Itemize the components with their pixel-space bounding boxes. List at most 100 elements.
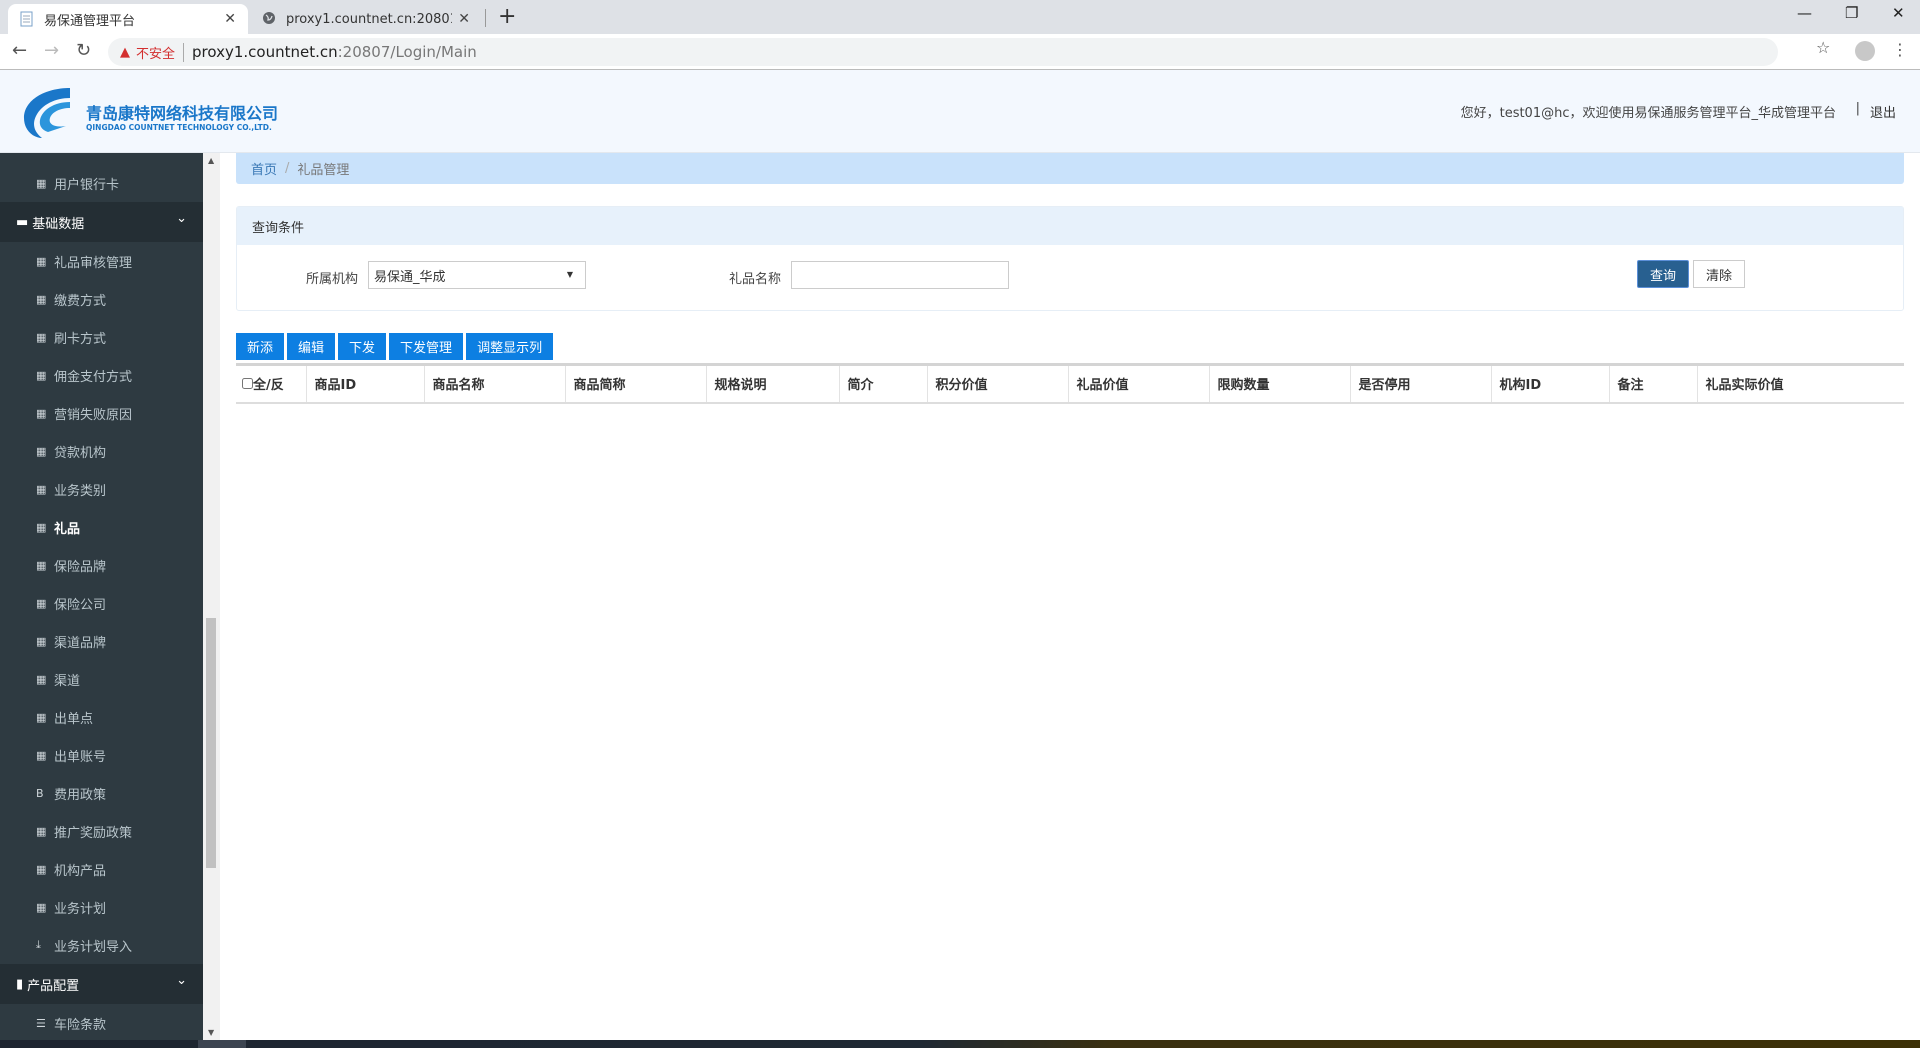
forward-icon[interactable]: → xyxy=(44,40,59,61)
column-header[interactable]: 商品名称 xyxy=(423,364,565,403)
breadcrumb-current: 礼品管理 xyxy=(297,163,350,178)
chevron-down-icon: ⌄ xyxy=(176,211,187,226)
import-icon: ⤓ xyxy=(36,938,41,951)
new-tab-button[interactable]: + xyxy=(498,4,516,29)
profile-avatar-icon[interactable] xyxy=(1855,41,1875,61)
back-icon[interactable]: ← xyxy=(12,40,27,61)
sidebar-item[interactable]: ▦ 礼品 xyxy=(0,508,203,546)
grid-icon: ▦ xyxy=(36,710,47,724)
bitcoin-icon: B xyxy=(36,786,44,800)
reload-icon[interactable]: ↻ xyxy=(76,40,91,61)
company-name-en: QINGDAO COUNTNET TECHNOLOGY CO.,LTD. xyxy=(86,123,272,132)
add-button[interactable]: 新添 xyxy=(236,333,285,360)
browser-tab-active[interactable]: 易保通管理平台 ✕ xyxy=(8,4,248,34)
column-header[interactable]: 简介 xyxy=(838,364,927,403)
sidebar-item-label: 营销失败原因 xyxy=(54,407,133,423)
breadcrumb-home[interactable]: 首页 xyxy=(251,159,277,178)
column-header[interactable]: 礼品实际价值 xyxy=(1696,364,1904,403)
sidebar-item-label: 保险公司 xyxy=(54,597,107,613)
bookmark-star-icon[interactable]: ☆ xyxy=(1816,38,1830,57)
column-header[interactable]: 商品ID xyxy=(305,364,424,403)
sidebar-item[interactable]: ▦ 业务类别 xyxy=(0,470,203,508)
column-header[interactable]: 礼品价值 xyxy=(1067,364,1209,403)
close-window-button[interactable]: ✕ xyxy=(1892,4,1905,22)
sidebar-item[interactable]: ▦ 缴费方式 xyxy=(0,280,203,318)
org-label: 所属机构 xyxy=(306,272,359,287)
breadcrumb-separator: / xyxy=(285,161,290,176)
sidebar-item[interactable]: ▦ 佣金支付方式 xyxy=(0,356,203,394)
edit-button[interactable]: 编辑 xyxy=(287,333,336,360)
company-name: 青岛康特网络科技有限公司 xyxy=(86,104,279,123)
browser-tab[interactable]: proxy1.countnet.cn:20801/Veh ✕ xyxy=(250,4,482,34)
sidebar-item[interactable]: ▦ 渠道 xyxy=(0,660,203,698)
column-header[interactable]: 积分价值 xyxy=(926,364,1068,403)
sidebar-item-label: 出单账号 xyxy=(54,749,107,765)
org-select[interactable]: 易保通_华成 ▼ xyxy=(368,261,586,289)
close-tab-icon[interactable]: ✕ xyxy=(458,11,470,27)
scroll-down-icon[interactable]: ▼ xyxy=(208,1028,214,1037)
menu-kebab-icon[interactable]: ⋮ xyxy=(1892,40,1908,59)
column-header[interactable]: 是否停用 xyxy=(1349,364,1491,403)
url-path: :20807/Login/Main xyxy=(337,43,477,61)
sidebar-scrollbar[interactable]: ▲ ▼ xyxy=(203,153,220,1040)
grid-icon: ▦ xyxy=(36,330,47,344)
grid-icon: ▦ xyxy=(36,558,47,572)
sidebar-item-label: 出单点 xyxy=(54,711,94,727)
sidebar-section-product-config[interactable]: ▮ 产品配置 ⌄ xyxy=(0,964,203,1004)
close-tab-icon[interactable]: ✕ xyxy=(224,11,236,27)
list-icon: ☰ xyxy=(36,1016,46,1030)
sidebar-item[interactable]: ▦ 机构产品 xyxy=(0,850,203,888)
sidebar-item[interactable]: ☰ 车险条款 xyxy=(0,1004,203,1040)
sidebar-item[interactable]: ▦ 推广奖励政策 xyxy=(0,812,203,850)
select-all-checkbox[interactable] xyxy=(242,378,253,390)
grid-icon: ▦ xyxy=(36,900,47,914)
sidebar-item[interactable]: ▦ 营销失败原因 xyxy=(0,394,203,432)
gift-table: 全/反 商品ID 商品名称 商品简称 规格说明 简介 积分价值 礼品价值 限购数量 是否停用 机构… xyxy=(236,363,1904,404)
column-header[interactable]: 规格说明 xyxy=(705,364,839,403)
scrollbar-thumb[interactable] xyxy=(206,618,216,868)
sidebar-item[interactable]: ▦ 出单账号 xyxy=(0,736,203,774)
search-button[interactable]: 查询 xyxy=(1637,260,1689,288)
sidebar-item[interactable]: ▦ 用户银行卡 xyxy=(0,164,203,202)
query-panel: 查询条件 所属机构 易保通_华成 ▼ 礼品名称 查询 清除 xyxy=(236,206,1904,311)
clear-button[interactable]: 清除 xyxy=(1693,260,1745,288)
column-header[interactable]: 限购数量 xyxy=(1208,364,1350,403)
minimize-button[interactable]: — xyxy=(1797,4,1812,22)
sidebar-item[interactable]: ▦ 保险品牌 xyxy=(0,546,203,584)
sidebar-item[interactable]: ▦ 刷卡方式 xyxy=(0,318,203,356)
scroll-up-icon[interactable]: ▲ xyxy=(208,156,214,165)
grid-icon: ▦ xyxy=(36,176,47,190)
sidebar-item[interactable]: ▦ 渠道品牌 xyxy=(0,622,203,660)
security-label: 不安全 xyxy=(136,42,185,62)
sidebar-item[interactable]: ⤓ 业务计划导入 xyxy=(0,926,203,964)
sidebar-item-label: 缴费方式 xyxy=(54,293,107,309)
restore-button[interactable]: ❐ xyxy=(1845,4,1858,22)
gift-name-input[interactable] xyxy=(791,261,1009,289)
sidebar-item[interactable]: ▦ 保险公司 xyxy=(0,584,203,622)
sidebar-item[interactable]: ▦ 出单点 xyxy=(0,698,203,736)
section-title: 基础数据 xyxy=(32,216,85,232)
caret-down-icon: ▼ xyxy=(566,270,573,279)
taskbar-item[interactable] xyxy=(198,1040,246,1048)
sidebar-item[interactable]: B 费用政策 xyxy=(0,774,203,812)
section-title: 产品配置 xyxy=(27,978,80,994)
sidebar-section-basic-data[interactable]: ▬ 基础数据 ⌄ xyxy=(0,202,203,242)
column-header[interactable]: 机构ID xyxy=(1490,364,1609,403)
column-header[interactable]: 商品简称 xyxy=(564,364,706,403)
sidebar-item[interactable]: ▦ 礼品审核管理 xyxy=(0,242,203,280)
grid-icon: ▦ xyxy=(36,482,47,496)
address-bar[interactable]: ▲ 不安全 proxy1.countnet.cn:20807/Login/Mai… xyxy=(108,38,1778,66)
browser-tab-bar: 易保通管理平台 ✕ proxy1.countnet.cn:20801/Veh ✕… xyxy=(0,0,1920,34)
sidebar-item-label: 礼品 xyxy=(54,521,81,537)
dispatch-button[interactable]: 下发 xyxy=(338,333,387,360)
sidebar-item[interactable]: ▦ 贷款机构 xyxy=(0,432,203,470)
sidebar-item[interactable]: ▦ 业务计划 xyxy=(0,888,203,926)
select-all-label: 全/反 xyxy=(253,378,284,394)
gift-name-label: 礼品名称 xyxy=(729,272,782,287)
logout-link[interactable]: 退出 xyxy=(1870,102,1896,121)
adjust-columns-button[interactable]: 调整显示列 xyxy=(466,333,554,360)
grid-icon: ▦ xyxy=(36,444,47,458)
dispatch-manage-button[interactable]: 下发管理 xyxy=(389,333,464,360)
grid-icon: ▦ xyxy=(36,254,47,268)
column-header[interactable]: 备注 xyxy=(1608,364,1697,403)
